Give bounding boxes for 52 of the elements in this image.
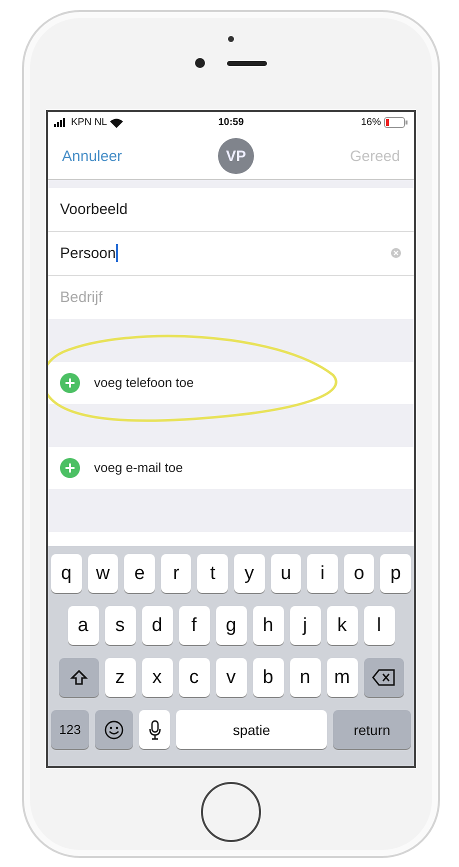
battery-icon — [384, 117, 408, 128]
key[interactable]: x — [142, 658, 172, 698]
key[interactable]: o — [344, 554, 374, 594]
space-key[interactable]: spatie — [176, 710, 327, 750]
key[interactable]: z — [104, 658, 136, 698]
add-row[interactable]: voeg e-mail toe — [48, 446, 414, 489]
speaker-slot — [227, 60, 267, 66]
sensor-dot — [228, 36, 234, 42]
carrier-name: KPN NL — [71, 117, 108, 128]
key[interactable]: p — [380, 554, 411, 594]
key[interactable]: y — [234, 554, 265, 594]
key[interactable]: m — [326, 658, 358, 698]
backspace-icon — [372, 669, 396, 686]
shift-key[interactable] — [58, 658, 98, 698]
key[interactable]: a — [68, 606, 98, 646]
key[interactable]: w — [88, 554, 118, 594]
key[interactable]: b — [252, 658, 284, 698]
add-icon — [60, 372, 80, 393]
wifi-icon — [110, 118, 124, 128]
key[interactable]: k — [326, 606, 358, 646]
battery-percent: 16% — [360, 117, 381, 128]
emoji-key[interactable] — [95, 710, 133, 750]
add-row[interactable]: voeg telefoon toe — [48, 362, 414, 404]
status-time: 10:59 — [218, 117, 244, 128]
dictation-key[interactable] — [139, 710, 170, 750]
key[interactable]: g — [216, 606, 246, 646]
key[interactable]: l — [364, 606, 394, 646]
key[interactable]: t — [197, 554, 228, 594]
text-field[interactable]: Voorbeeld — [48, 188, 414, 232]
key[interactable]: i — [307, 554, 338, 594]
key[interactable]: h — [252, 606, 284, 646]
add-icon — [60, 458, 80, 478]
text-field[interactable]: Persoon — [48, 232, 414, 276]
key[interactable]: v — [216, 658, 246, 698]
key[interactable]: q — [51, 554, 82, 594]
signal-icon — [54, 118, 68, 128]
backspace-key[interactable] — [364, 658, 404, 698]
key[interactable]: u — [270, 554, 302, 594]
return-key[interactable]: return — [333, 710, 411, 750]
key[interactable]: d — [142, 606, 172, 646]
numbers-key[interactable]: 123 — [51, 710, 89, 750]
key[interactable]: c — [178, 658, 210, 698]
key[interactable]: e — [124, 554, 155, 594]
key[interactable]: j — [290, 606, 320, 646]
key[interactable]: r — [160, 554, 192, 594]
key[interactable]: n — [290, 658, 320, 698]
key[interactable]: s — [104, 606, 136, 646]
smiley-icon — [104, 720, 124, 740]
key[interactable]: f — [178, 606, 210, 646]
microphone-icon — [148, 720, 160, 740]
camera-dot — [195, 58, 205, 68]
shift-icon — [70, 668, 88, 687]
